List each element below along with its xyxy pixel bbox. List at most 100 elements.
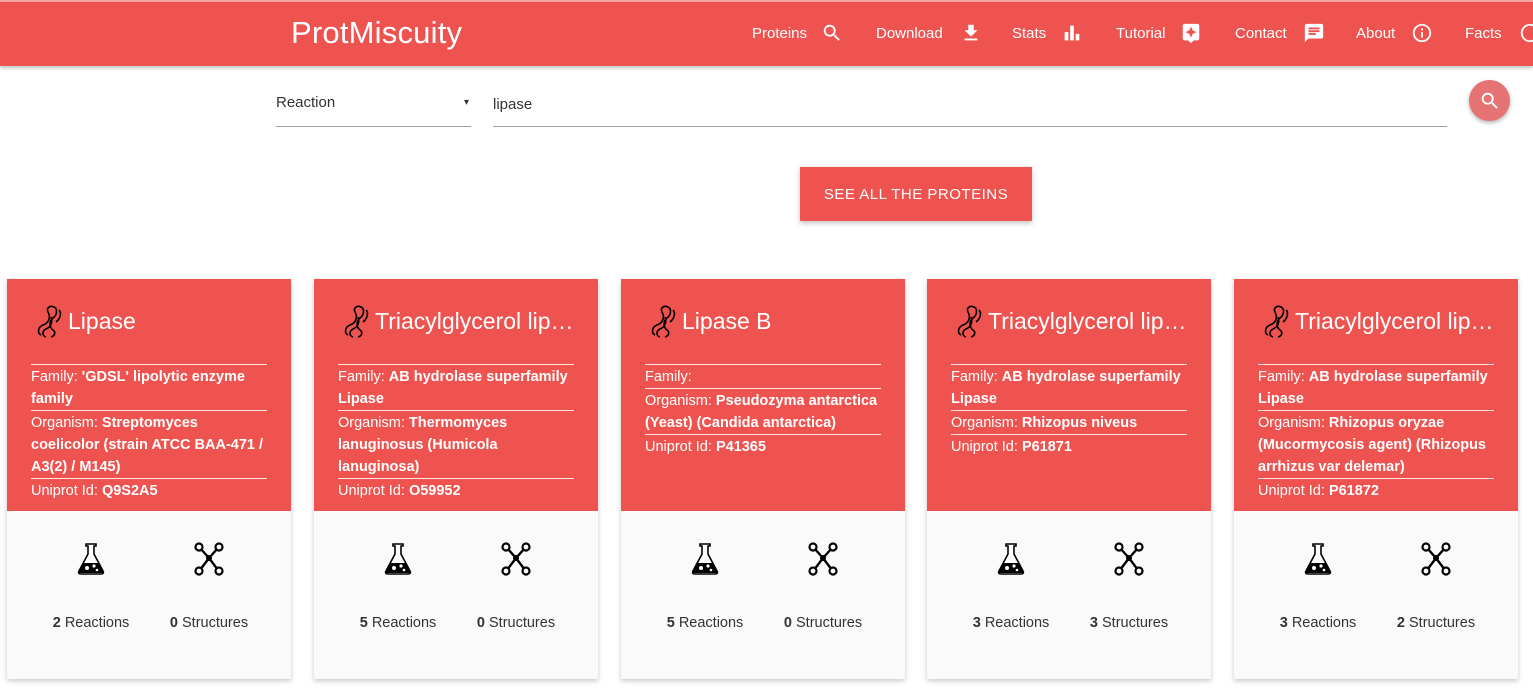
structures-label: Structures — [489, 615, 556, 631]
reactions-number: 2 — [52, 615, 61, 631]
organism-row: Organism: Streptomyces coelicolor (strai… — [31, 410, 267, 478]
search-button[interactable] — [1469, 80, 1510, 121]
family-label: Family: — [1258, 369, 1305, 385]
structures-count: 2 Structures — [1376, 615, 1496, 631]
uniprot-value: P41365 — [715, 439, 766, 455]
reactions-count: 2 Reactions — [31, 615, 151, 631]
see-all-proteins-button[interactable]: SEE ALL THE PROTEINS — [800, 167, 1032, 221]
molecule-icon — [194, 542, 224, 576]
reactions-label: Reactions — [371, 615, 437, 631]
search-input[interactable] — [493, 80, 1447, 127]
uniprot-value: P61871 — [1021, 439, 1072, 455]
reactions-stat[interactable]: 2 Reactions — [31, 541, 151, 631]
nav-item-download[interactable]: Download — [876, 0, 982, 66]
reactions-count: 3 Reactions — [951, 615, 1071, 631]
reactions-number: 3 — [972, 615, 981, 631]
top-nav-bar: ProtMiscuity Proteins Download Stats Tut… — [0, 0, 1533, 66]
bar-chart-icon — [1064, 25, 1080, 41]
card-title[interactable]: Lipase — [35, 303, 275, 339]
protein-name: Triacylglycerol lipase — [1295, 307, 1502, 334]
structures-stat[interactable]: 2 Structures — [1376, 541, 1496, 631]
nav-item-tutorial[interactable]: Tutorial — [1116, 0, 1202, 66]
uniprot-label: Uniprot Id: — [338, 483, 405, 499]
nav-item-facts[interactable]: Facts — [1465, 0, 1533, 66]
molecule-icon — [501, 542, 531, 576]
organism-label: Organism: — [1258, 415, 1325, 431]
structures-number: 2 — [1396, 615, 1405, 631]
nav-label-stats: Stats — [1012, 24, 1047, 42]
reactions-number: 5 — [666, 615, 675, 631]
organism-row: Organism: Pseudozyma antarctica (Yeast) … — [645, 388, 881, 434]
protein-card[interactable]: Triacylglycerol lipase Family: AB hydrol… — [1234, 279, 1518, 679]
nav-item-proteins[interactable]: Proteins — [752, 0, 843, 66]
card-header: Triacylglycerol lipase Family: AB hydrol… — [314, 279, 598, 511]
family-row: Family: — [645, 364, 881, 388]
uniprot-label: Uniprot Id: — [31, 483, 98, 499]
uniprot-value: P61872 — [1328, 483, 1379, 499]
molecule-icon — [1114, 542, 1144, 576]
nav-label-tutorial: Tutorial — [1116, 24, 1166, 42]
structures-count: 3 Structures — [1069, 615, 1189, 631]
card-title[interactable]: Triacylglycerol lipase — [955, 303, 1195, 339]
dropdown-arrow-icon: ▾ — [463, 97, 469, 108]
search-type-value: Reaction — [276, 94, 336, 111]
nav-label-proteins: Proteins — [752, 24, 808, 42]
structures-stat[interactable]: 0 Structures — [149, 541, 269, 631]
protein-card[interactable]: Lipase Family: 'GDSL' lipolytic enzyme f… — [7, 279, 291, 679]
protein-logo-icon — [37, 305, 62, 338]
card-header: Triacylglycerol lipase Family: AB hydrol… — [1234, 279, 1518, 511]
uniprot-row: Uniprot Id: P61871 — [951, 434, 1187, 458]
card-title[interactable]: Lipase B — [649, 303, 889, 339]
structures-label: Structures — [182, 615, 249, 631]
card-info: Family: AB hydrolase superfamily Lipase … — [338, 364, 574, 502]
nav-item-contact[interactable]: Contact — [1235, 0, 1325, 66]
structures-stat[interactable]: 3 Structures — [1069, 541, 1189, 631]
search-icon — [823, 24, 840, 41]
protein-name: Triacylglycerol lipase — [988, 307, 1195, 334]
message-icon — [1304, 23, 1323, 43]
organism-value: Rhizopus niveus — [1021, 415, 1138, 431]
protein-card[interactable]: Lipase B Family: Organism: Pseudozyma an… — [621, 279, 905, 679]
flask-icon — [997, 543, 1025, 575]
nav-item-stats[interactable]: Stats — [1012, 0, 1083, 66]
search-type-select[interactable]: Reaction ▾ — [276, 80, 471, 127]
card-header: Lipase B Family: Organism: Pseudozyma an… — [621, 279, 905, 511]
card-header: Lipase Family: 'GDSL' lipolytic enzyme f… — [7, 279, 291, 511]
organism-label: Organism: — [338, 415, 405, 431]
reactions-stat[interactable]: 5 Reactions — [338, 541, 458, 631]
organism-row: Organism: Rhizopus oryzae (Mucormycosis … — [1258, 410, 1494, 478]
molecule-icon — [1421, 542, 1451, 576]
family-row: Family: AB hydrolase superfamily Lipase — [1258, 364, 1494, 410]
uniprot-row: Uniprot Id: P41365 — [645, 434, 881, 458]
search-icon — [1481, 92, 1498, 109]
structures-count: 0 Structures — [763, 615, 883, 631]
reactions-count: 5 Reactions — [338, 615, 458, 631]
card-title[interactable]: Triacylglycerol lipase — [342, 303, 582, 339]
uniprot-value: Q9S2A5 — [101, 483, 158, 499]
reactions-stat[interactable]: 5 Reactions — [645, 541, 765, 631]
card-title[interactable]: Triacylglycerol lipase — [1262, 303, 1502, 339]
brand-title[interactable]: ProtMiscuity — [291, 15, 462, 51]
reactions-label: Reactions — [678, 615, 744, 631]
protein-card[interactable]: Triacylglycerol lipase Family: AB hydrol… — [927, 279, 1211, 679]
organism-label: Organism: — [31, 415, 98, 431]
card-header: Triacylglycerol lipase Family: AB hydrol… — [927, 279, 1211, 511]
protein-logo-icon — [957, 305, 982, 338]
reactions-stat[interactable]: 3 Reactions — [1258, 541, 1378, 631]
structures-stat[interactable]: 0 Structures — [763, 541, 883, 631]
family-row: Family: AB hydrolase superfamily Lipase — [951, 364, 1187, 410]
tutorial-icon — [1183, 23, 1200, 44]
uniprot-row: Uniprot Id: P61872 — [1258, 478, 1494, 502]
flask-icon — [77, 543, 105, 575]
uniprot-label: Uniprot Id: — [645, 439, 712, 455]
protein-card[interactable]: Triacylglycerol lipase Family: AB hydrol… — [314, 279, 598, 679]
facts-icon — [1520, 23, 1533, 43]
family-label: Family: — [951, 369, 998, 385]
uniprot-value: O59952 — [408, 483, 461, 499]
structures-count: 0 Structures — [456, 615, 576, 631]
reactions-number: 3 — [1279, 615, 1288, 631]
structures-number: 0 — [169, 615, 178, 631]
nav-item-about[interactable]: About — [1356, 0, 1433, 66]
structures-stat[interactable]: 0 Structures — [456, 541, 576, 631]
reactions-stat[interactable]: 3 Reactions — [951, 541, 1071, 631]
